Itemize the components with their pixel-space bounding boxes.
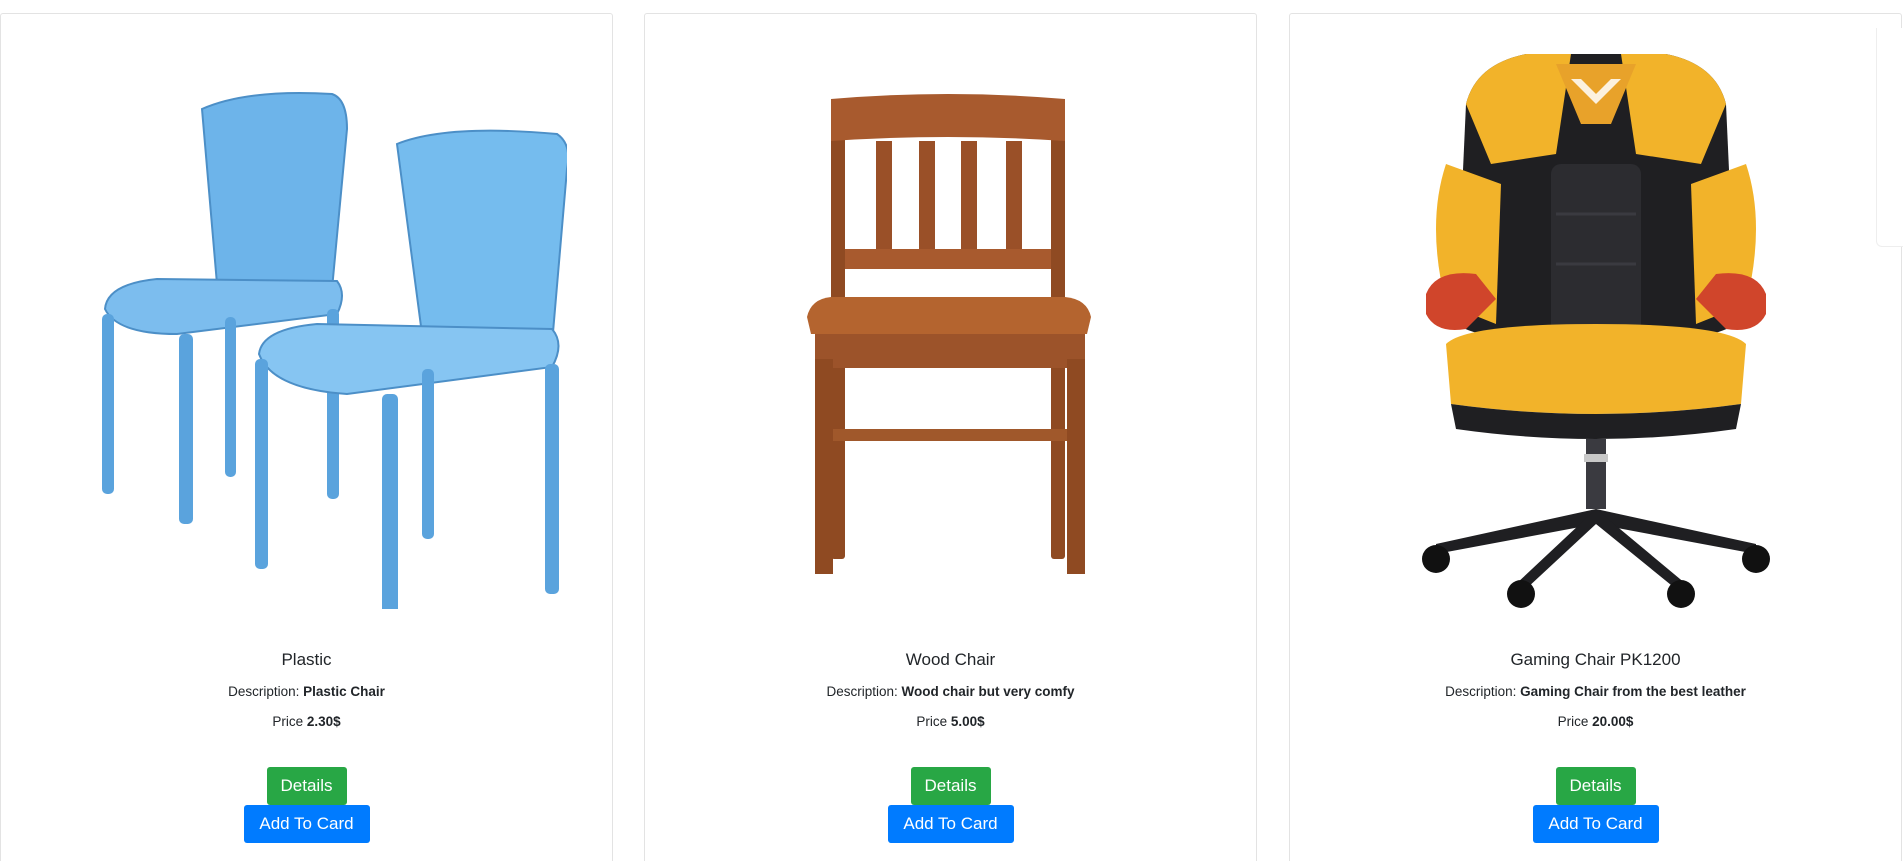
product-price: Price 2.30$ bbox=[1, 714, 612, 729]
price-label: Price bbox=[272, 714, 304, 729]
product-image bbox=[1290, 39, 1901, 619]
description-value: Wood chair but very comfy bbox=[901, 684, 1075, 699]
product-title: Wood Chair bbox=[905, 650, 996, 669]
blue-plastic-chairs-image bbox=[101, 92, 567, 609]
price-value: 20.00$ bbox=[1592, 714, 1634, 729]
description-label: Description: bbox=[1445, 684, 1517, 699]
description-label: Description: bbox=[228, 684, 300, 699]
description-value: Gaming Chair from the best leather bbox=[1520, 684, 1746, 699]
price-label: Price bbox=[916, 714, 948, 729]
details-button[interactable]: Details bbox=[910, 767, 991, 805]
product-description: Description: Gaming Chair from the best … bbox=[1290, 684, 1901, 699]
add-to-card-button[interactable]: Add To Card bbox=[1532, 805, 1659, 843]
description-value: Plastic Chair bbox=[303, 684, 385, 699]
product-title: Plastic bbox=[281, 650, 332, 669]
product-description: Description: Plastic Chair bbox=[1, 684, 612, 699]
price-label: Price bbox=[1557, 714, 1589, 729]
product-description: Description: Wood chair but very comfy bbox=[645, 684, 1256, 699]
product-card: Wood Chair Description: Wood chair but v… bbox=[644, 13, 1257, 861]
product-image bbox=[645, 39, 1256, 619]
details-button[interactable]: Details bbox=[1555, 767, 1636, 805]
product-title: Gaming Chair PK1200 bbox=[1510, 650, 1681, 669]
product-image bbox=[1, 39, 612, 619]
wooden-chair-image bbox=[806, 94, 1091, 574]
price-value: 2.30$ bbox=[306, 714, 341, 729]
price-value: 5.00$ bbox=[950, 714, 985, 729]
product-price: Price 5.00$ bbox=[645, 714, 1256, 729]
add-to-card-button[interactable]: Add To Card bbox=[243, 805, 370, 843]
gaming-chair-image bbox=[1421, 54, 1770, 608]
product-price: Price 20.00$ bbox=[1290, 714, 1901, 729]
product-grid: Plastic Description: Plastic Chair Price… bbox=[0, 0, 1903, 861]
product-card: Plastic Description: Plastic Chair Price… bbox=[0, 13, 613, 861]
details-button[interactable]: Details bbox=[266, 767, 347, 805]
add-to-card-button[interactable]: Add To Card bbox=[887, 805, 1014, 843]
partial-next-card bbox=[1876, 28, 1903, 247]
product-card: Gaming Chair PK1200 Description: Gaming … bbox=[1289, 13, 1902, 861]
description-label: Description: bbox=[826, 684, 898, 699]
